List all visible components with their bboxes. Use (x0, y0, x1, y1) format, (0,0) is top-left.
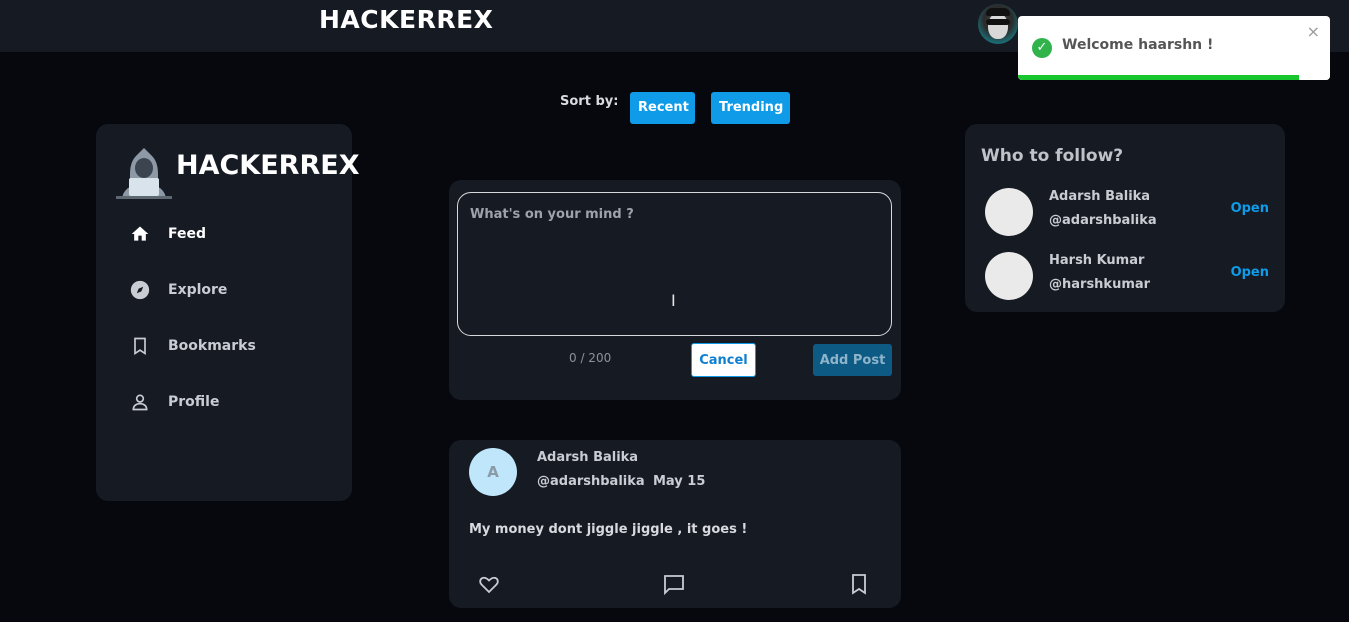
post-date: May 15 (653, 474, 706, 489)
sidebar-brand-text: HACKERREX (176, 150, 360, 181)
sidebar-item-label: Profile (168, 394, 220, 410)
sidebar-item-label: Bookmarks (168, 338, 256, 354)
sidebar-item-label: Explore (168, 282, 228, 298)
post-author-handle: @adarshbalika (537, 474, 645, 489)
sidebar: HACKERREX Feed Explore Bookmarks Profile (96, 124, 360, 501)
sidebar-item-label: Feed (168, 226, 207, 242)
follow-user-handle: @harshkumar (1049, 277, 1151, 292)
toast-progress-bar (1018, 75, 1299, 80)
post-card: A Adarsh Balika @adarshbalika May 15 My … (449, 440, 901, 608)
follow-user-name: Adarsh Balika (1049, 189, 1151, 204)
avatar[interactable] (985, 252, 1033, 300)
check-circle-icon: ✓ (1032, 38, 1052, 58)
open-profile-button[interactable]: Open (1231, 201, 1269, 216)
who-to-follow-panel: Who to follow? Adarsh Balika @adarshbali… (965, 124, 1285, 312)
bookmark-icon (128, 334, 152, 358)
toast-progress-track (1018, 75, 1330, 80)
compass-icon (128, 278, 152, 302)
list-item: Adarsh Balika @adarshbalika Open (965, 184, 1285, 240)
comment-icon[interactable] (662, 572, 686, 596)
post-composer: I 0 / 200 Cancel Add Post (449, 180, 901, 400)
sort-trending-button[interactable]: Trending (711, 92, 790, 124)
post-author-name[interactable]: Adarsh Balika (537, 450, 638, 465)
panel-title: Who to follow? (981, 146, 1124, 166)
add-post-button[interactable]: Add Post (813, 344, 892, 376)
post-content: My money dont jiggle jiggle , it goes ! (469, 522, 748, 537)
sort-label: Sort by: (560, 94, 619, 109)
heart-icon[interactable] (477, 572, 501, 596)
sidebar-item-feed[interactable]: Feed (128, 220, 206, 248)
toast-message: Welcome haarshn ! (1062, 37, 1214, 53)
sidebar-item-explore[interactable]: Explore (128, 276, 227, 304)
person-icon (128, 390, 152, 414)
cancel-button[interactable]: Cancel (691, 343, 756, 377)
brand-logo-text[interactable]: HACKERREX (319, 5, 493, 34)
user-avatar[interactable] (978, 4, 1018, 44)
open-profile-button[interactable]: Open (1231, 265, 1269, 280)
avatar[interactable]: A (469, 448, 517, 496)
char-count: 0 / 200 (569, 351, 612, 365)
follow-user-name: Harsh Kumar (1049, 253, 1145, 268)
sidebar-item-profile[interactable]: Profile (128, 388, 219, 416)
welcome-toast: ✓ Welcome haarshn ! × (1018, 16, 1330, 80)
list-item: Harsh Kumar @harshkumar Open (965, 248, 1285, 304)
bookmark-icon[interactable] (847, 572, 871, 596)
home-icon (128, 222, 152, 246)
follow-user-handle: @adarshbalika (1049, 213, 1157, 228)
close-icon[interactable]: × (1307, 22, 1320, 41)
avatar[interactable] (985, 188, 1033, 236)
hacker-logo-icon (116, 148, 172, 199)
sidebar-item-bookmarks[interactable]: Bookmarks (128, 332, 256, 360)
post-input[interactable] (457, 192, 892, 336)
sort-recent-button[interactable]: Recent (630, 92, 695, 124)
